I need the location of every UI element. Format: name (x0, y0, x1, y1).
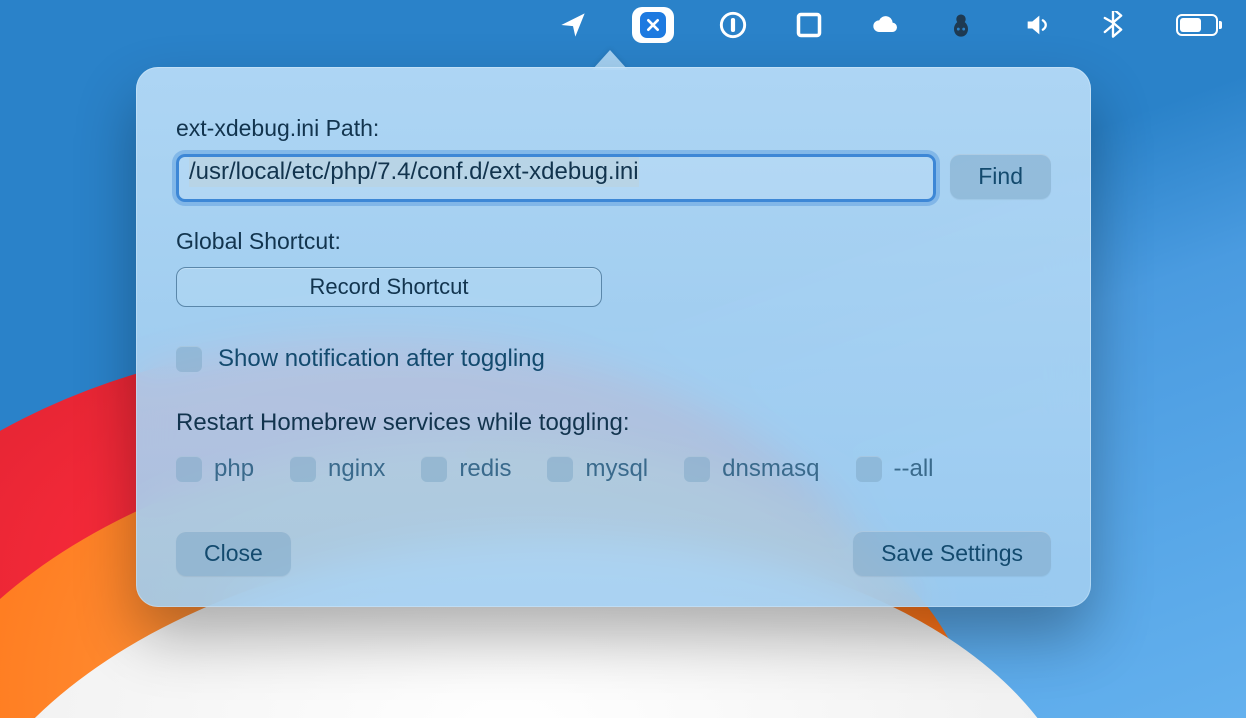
path-input-value: /usr/local/etc/php/7.4/conf.d/ext-xdebug… (189, 157, 639, 187)
rect-icon[interactable] (792, 8, 826, 42)
battery-icon[interactable] (1172, 8, 1222, 42)
volume-icon[interactable] (1020, 8, 1054, 42)
service-label-php: php (214, 455, 254, 483)
service-checkbox-redis[interactable] (421, 456, 447, 482)
service-checkbox-mysql[interactable] (547, 456, 573, 482)
notify-label: Show notification after toggling (218, 345, 545, 373)
path-label: ext-xdebug.ini Path: (176, 115, 1051, 142)
cloud-icon[interactable] (868, 8, 902, 42)
shortcut-label: Global Shortcut: (176, 228, 1051, 255)
menubar (0, 0, 1246, 50)
service-label-redis: redis (459, 455, 511, 483)
services-label: Restart Homebrew services while toggling… (176, 409, 1051, 437)
settings-popover: ext-xdebug.ini Path: /usr/local/etc/php/… (136, 67, 1091, 607)
close-button[interactable]: Close (176, 531, 291, 576)
service-checkbox-dnsmasq[interactable] (684, 456, 710, 482)
path-input[interactable]: /usr/local/etc/php/7.4/conf.d/ext-xdebug… (176, 154, 936, 202)
onepassword-icon[interactable] (716, 8, 750, 42)
location-arrow-icon[interactable] (556, 8, 590, 42)
bluetooth-icon[interactable] (1096, 8, 1130, 42)
services-row: php nginx redis mysql dnsmasq --all (176, 455, 1051, 483)
service-checkbox-php[interactable] (176, 456, 202, 482)
keybase-icon[interactable] (944, 8, 978, 42)
notify-checkbox[interactable] (176, 346, 202, 372)
record-shortcut-button[interactable]: Record Shortcut (176, 267, 602, 307)
service-checkbox-all[interactable] (856, 456, 882, 482)
service-label-dnsmasq: dnsmasq (722, 455, 819, 483)
service-checkbox-nginx[interactable] (290, 456, 316, 482)
service-label-nginx: nginx (328, 455, 385, 483)
save-settings-button[interactable]: Save Settings (853, 531, 1051, 576)
service-label-all: --all (894, 455, 934, 483)
xdebug-toggle-icon[interactable] (632, 7, 674, 43)
service-label-mysql: mysql (585, 455, 648, 483)
find-button[interactable]: Find (950, 154, 1051, 199)
